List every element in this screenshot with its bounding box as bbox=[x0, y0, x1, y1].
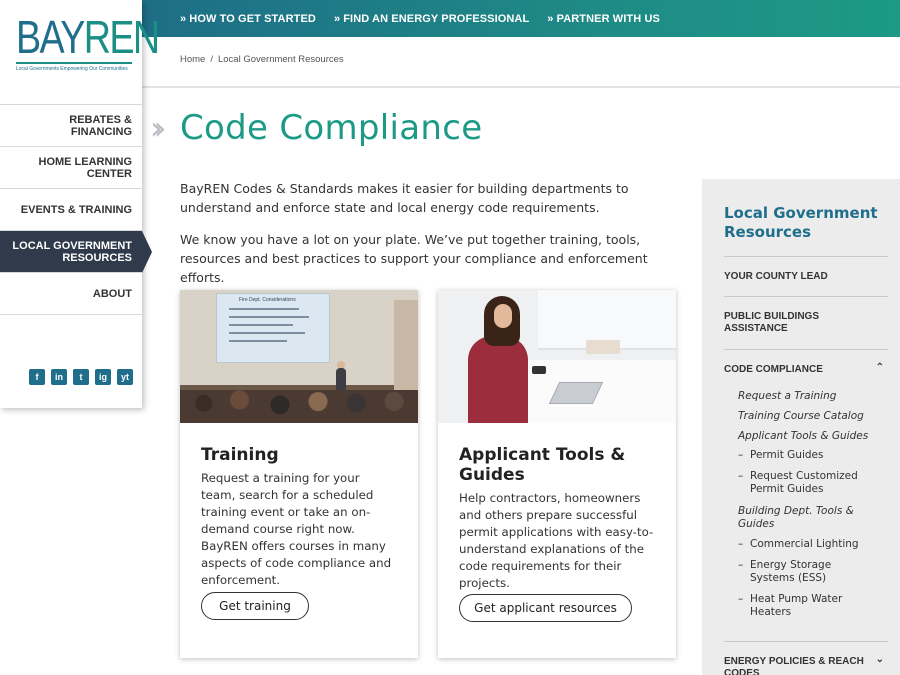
top-nav-bar: » HOW TO GET STARTED » FIND AN ENERGY PR… bbox=[142, 0, 900, 37]
card-title: Applicant Tools & Guides bbox=[459, 445, 626, 485]
screen-line bbox=[229, 340, 287, 342]
card-text: Help contractors, homeowners and others … bbox=[459, 491, 654, 590]
rb-section-your-county-lead[interactable]: YOUR COUNTY LEAD bbox=[724, 256, 888, 296]
sidebar-item-about[interactable]: ABOUT bbox=[0, 272, 142, 314]
sidebar-divider bbox=[0, 314, 142, 315]
chevron-up-icon[interactable]: ⌃ bbox=[876, 362, 884, 374]
double-chevron-icon: » bbox=[333, 12, 340, 25]
rb-section-public-buildings-assistance[interactable]: PUBLIC BUILDINGS ASSISTANCE bbox=[724, 296, 888, 350]
applicant-photo bbox=[438, 290, 676, 423]
rb-section-label: PUBLIC BUILDINGS ASSISTANCE bbox=[724, 311, 819, 334]
breadcrumb-divider bbox=[142, 86, 900, 88]
top-nav-find-energy-professional[interactable]: » FIND AN ENERGY PROFESSIONAL bbox=[334, 13, 529, 25]
screen-line bbox=[229, 324, 293, 326]
projector-screen: Fire Dept. Considerations bbox=[216, 293, 330, 363]
breadcrumb-current[interactable]: Local Government Resources bbox=[218, 54, 344, 65]
phone bbox=[532, 366, 546, 374]
screen-heading: Fire Dept. Considerations bbox=[239, 297, 296, 303]
sidebar-item-rebates-financing[interactable]: REBATES & FINANCING bbox=[0, 104, 142, 146]
breadcrumb-home[interactable]: Home bbox=[180, 54, 205, 65]
card-body: Training Request a training for your tea… bbox=[180, 445, 418, 589]
sidebar-item-label: LOCAL GOVERNMENT RESOURCES bbox=[12, 239, 132, 264]
woman-figure bbox=[468, 336, 528, 423]
sidebar-item-label: HOME LEARNING CENTER bbox=[38, 155, 133, 180]
top-nav-label: PARTNER WITH US bbox=[556, 12, 660, 25]
rb-section-energy-policies-reach-codes[interactable]: ENERGY POLICIES & REACH CODES ⌄ bbox=[724, 641, 888, 675]
woman-face bbox=[494, 304, 512, 328]
screen-line bbox=[229, 316, 309, 318]
rb-section-label: YOUR COUNTY LEAD bbox=[724, 271, 828, 282]
double-chevron-icon: » bbox=[180, 12, 186, 25]
bayren-logo[interactable]: BAYREN Local Governments Empowering Our … bbox=[16, 11, 160, 76]
chevron-down-icon[interactable]: ⌄ bbox=[876, 654, 884, 666]
get-applicant-resources-button[interactable]: Get applicant resources bbox=[459, 594, 632, 622]
intro-paragraph: BayREN Codes & Standards makes it easier… bbox=[180, 181, 629, 215]
rb-section-label: CODE COMPLIANCE bbox=[724, 364, 823, 375]
screen-line bbox=[229, 308, 299, 310]
rb-link-heat-pump-water-heaters[interactable]: Heat Pump Water Heaters bbox=[738, 593, 848, 619]
breadcrumb: Home / Local Government Resources bbox=[180, 54, 344, 65]
top-nav-how-to-get-started[interactable]: » HOW TO GET STARTED bbox=[180, 13, 316, 25]
notebook bbox=[586, 340, 620, 354]
sidebar-item-label: REBATES & FINANCING bbox=[69, 113, 132, 138]
youtube-icon[interactable]: yt bbox=[117, 369, 133, 385]
logo-rule bbox=[16, 62, 132, 64]
rb-link-building-dept-tools[interactable]: Building Dept. Tools & Guides bbox=[738, 505, 858, 531]
left-sidebar: BAYREN Local Governments Empowering Our … bbox=[0, 0, 160, 408]
double-chevron-icon: ›› bbox=[150, 109, 166, 147]
double-chevron-icon: » bbox=[547, 12, 553, 25]
rb-link-applicant-tools-guides[interactable]: Applicant Tools & Guides bbox=[738, 430, 888, 443]
rb-link-permit-guides[interactable]: Permit Guides bbox=[738, 449, 888, 462]
instagram-icon[interactable]: ig bbox=[95, 369, 111, 385]
photo-shelf bbox=[394, 300, 418, 390]
audience bbox=[180, 390, 418, 423]
training-photo: Fire Dept. Considerations bbox=[180, 290, 418, 423]
rb-section-label: ENERGY POLICIES & REACH CODES bbox=[724, 656, 864, 675]
rb-link-commercial-lighting[interactable]: Commercial Lighting bbox=[738, 538, 888, 551]
applicant-tools-card: Applicant Tools & Guides Help contractor… bbox=[438, 290, 676, 658]
rb-link-request-customized-permit-guides[interactable]: Request Customized Permit Guides bbox=[738, 470, 868, 496]
sidebar-item-label: EVENTS & TRAINING bbox=[20, 203, 132, 216]
logo-tagline: Local Governments Empowering Our Communi… bbox=[16, 66, 128, 72]
top-nav-label: FIND AN ENERGY PROFESSIONAL bbox=[343, 12, 530, 25]
right-sidebar: Local Government Resources YOUR COUNTY L… bbox=[702, 179, 900, 675]
card-text: Request a training for your team, search… bbox=[201, 471, 392, 587]
card-title: Training bbox=[201, 445, 279, 465]
page-title: Code Compliance bbox=[180, 108, 483, 148]
card-body: Applicant Tools & Guides Help contractor… bbox=[438, 445, 676, 592]
sidebar-menu: REBATES & FINANCING HOME LEARNING CENTER… bbox=[0, 104, 152, 315]
sidebar-item-home-learning-center[interactable]: HOME LEARNING CENTER bbox=[0, 146, 142, 188]
sidebar-item-events-training[interactable]: EVENTS & TRAINING bbox=[0, 188, 142, 230]
rb-link-energy-storage-systems[interactable]: Energy Storage Systems (ESS) bbox=[738, 559, 848, 585]
breadcrumb-separator: / bbox=[210, 54, 213, 65]
logo-wordmark: BAYREN bbox=[16, 11, 160, 63]
screen-line bbox=[229, 332, 305, 334]
right-sidebar-title[interactable]: Local Government Resources bbox=[724, 204, 884, 242]
linkedin-icon[interactable]: in bbox=[51, 369, 67, 385]
facebook-icon[interactable]: f bbox=[29, 369, 45, 385]
training-card: Fire Dept. Considerations Training Reque… bbox=[180, 290, 418, 658]
top-nav-partner-with-us[interactable]: » PARTNER WITH US bbox=[547, 13, 660, 25]
twitter-icon[interactable]: t bbox=[73, 369, 89, 385]
top-nav: » HOW TO GET STARTED » FIND AN ENERGY PR… bbox=[180, 0, 678, 37]
top-nav-label: HOW TO GET STARTED bbox=[189, 12, 316, 25]
intro-paragraph: We know you have a lot on your plate. We… bbox=[180, 232, 648, 285]
rb-link-training-course-catalog[interactable]: Training Course Catalog bbox=[738, 410, 888, 423]
rb-link-request-training[interactable]: Request a Training bbox=[738, 390, 888, 403]
sidebar-item-label: ABOUT bbox=[92, 287, 132, 300]
social-links: f in t ig yt bbox=[29, 369, 133, 385]
sidebar-item-local-government-resources[interactable]: LOCAL GOVERNMENT RESOURCES bbox=[0, 230, 152, 273]
get-training-button[interactable]: Get training bbox=[201, 592, 309, 620]
